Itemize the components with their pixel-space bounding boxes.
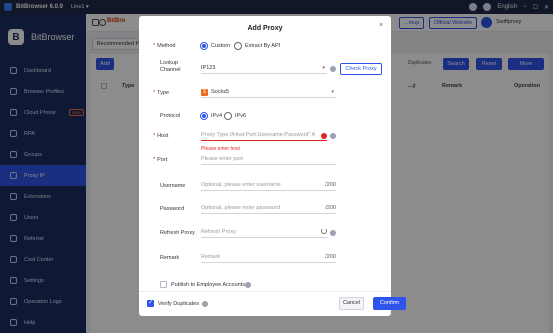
refresh-proxy-input[interactable]: Refresh Proxy — [201, 227, 327, 238]
protocol-ipv4-label[interactable]: IPv4 — [211, 113, 222, 119]
method-label: * Method — [153, 43, 176, 49]
dialog-title: Add Proxy — [247, 25, 283, 32]
refresh-proxy-label: Refresh Proxy — [160, 230, 195, 236]
protocol-ipv4-radio[interactable] — [200, 112, 208, 120]
password-counter: /200 — [325, 205, 336, 211]
password-input[interactable]: Optional, please enter password /200 — [201, 203, 336, 214]
verify-duplicates-label[interactable]: Verify Duplicates — [158, 301, 199, 307]
chevron-down-icon: ▾ — [322, 65, 325, 71]
username-label: Username — [160, 183, 186, 189]
remark-input[interactable]: Remark /200 — [201, 252, 336, 263]
lookup-channel-select[interactable]: IP123 ▾ — [201, 63, 327, 74]
lookup-label-1: Lookup — [160, 60, 179, 66]
host-label: * Host — [153, 133, 169, 139]
info-icon[interactable] — [330, 230, 336, 236]
info-icon[interactable] — [330, 66, 336, 72]
method-api-label[interactable]: Extract By API — [245, 43, 280, 49]
close-icon[interactable]: × — [379, 22, 383, 29]
protocol-label: Protocol — [160, 113, 181, 119]
check-proxy-button[interactable]: Check Proxy — [340, 63, 382, 75]
port-input[interactable]: Please enter port — [201, 154, 336, 165]
publish-checkbox[interactable] — [160, 281, 167, 288]
add-proxy-dialog: Add Proxy × * Method Custom Extract By AP… — [139, 16, 391, 316]
username-counter: /200 — [325, 182, 336, 188]
protocol-ipv6-radio[interactable] — [224, 112, 232, 120]
protocol-ipv6-label[interactable]: IPv6 — [235, 113, 246, 119]
refresh-icon[interactable] — [321, 228, 327, 234]
remark-counter: /200 — [325, 254, 336, 260]
username-input[interactable]: Optional, please enter username /200 — [201, 180, 336, 191]
lookup-label-2: Channel — [160, 67, 181, 73]
info-icon[interactable] — [245, 282, 251, 288]
error-icon — [321, 133, 327, 139]
type-label: * Type — [153, 90, 170, 96]
method-custom-label[interactable]: Custom — [211, 43, 230, 49]
method-api-radio[interactable] — [234, 42, 242, 50]
info-icon[interactable] — [202, 301, 208, 307]
chevron-down-icon: ▾ — [331, 89, 334, 95]
host-input[interactable]: Proxy Type://Host:Port:Username:Password… — [201, 130, 327, 141]
dialog-divider — [139, 291, 391, 292]
port-label: * Port — [153, 157, 168, 163]
remark-label: Remark — [160, 255, 180, 261]
host-error-message: Please enter host — [201, 146, 240, 152]
socks5-icon: S — [201, 89, 208, 96]
cancel-button[interactable]: Cancel — [339, 297, 364, 310]
password-label: Password — [160, 206, 185, 212]
confirm-button[interactable]: Confirm — [373, 297, 406, 310]
publish-label[interactable]: Publish to Employee Accounts — [171, 282, 245, 288]
type-select[interactable]: S Socks5 ▾ — [201, 87, 336, 98]
info-icon[interactable] — [330, 133, 336, 139]
method-custom-radio[interactable] — [200, 42, 208, 50]
verify-duplicates-checkbox[interactable] — [147, 299, 154, 307]
